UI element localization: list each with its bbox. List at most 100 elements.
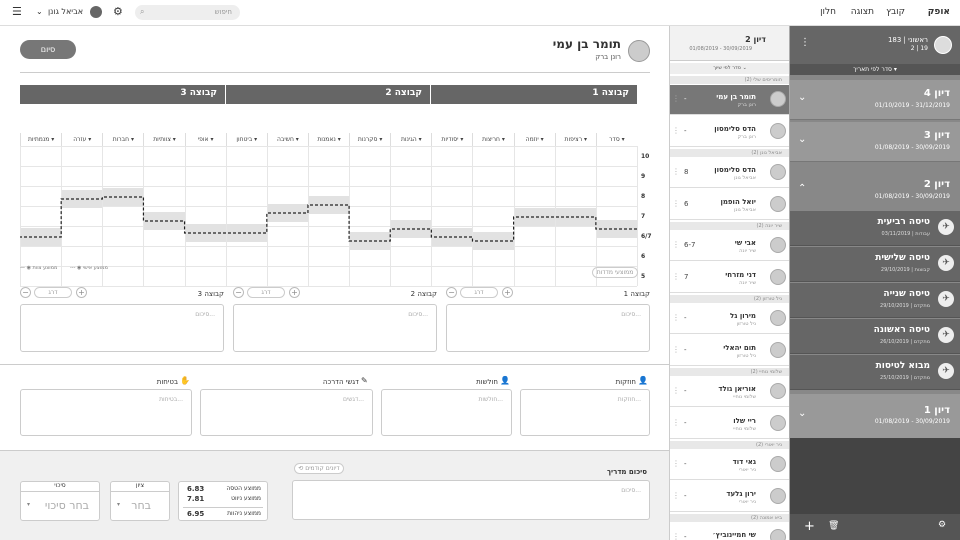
kebab-icon[interactable]: ⋮ — [672, 199, 680, 208]
trainee-row[interactable]: תום יהאלי ניל טורזון - ⋮ — [670, 336, 789, 366]
plus-icon[interactable]: + — [76, 287, 87, 298]
menu-view[interactable]: תצוגה — [851, 7, 874, 17]
search-input[interactable]: חיפוש ⌕ — [135, 5, 240, 20]
flight-item[interactable]: ✈ טיסה רביעית 03/11/2019 | עבודות — [790, 211, 960, 246]
discussion-3[interactable]: דיון 3 01/08/2019 - 30/09/2019 ⌄ — [790, 122, 960, 162]
group-category: ניל טורזון (2) — [670, 295, 789, 303]
kebab-icon[interactable]: ⋮ — [672, 126, 680, 135]
avatar — [770, 415, 786, 431]
kebab-icon[interactable]: ⋮ — [800, 37, 810, 48]
kebab-icon[interactable]: ⋮ — [672, 345, 680, 354]
plus-icon[interactable]: + — [502, 287, 513, 298]
trainee-row[interactable]: מירון גל ניל טורזון - ⋮ — [670, 304, 789, 334]
avatar — [770, 237, 786, 253]
kebab-icon[interactable]: ⋮ — [672, 386, 680, 395]
profile-header: ראשוני | 183 2 | 19 ⋮ — [790, 26, 960, 64]
flight-icon: ✈ — [938, 291, 954, 307]
avatar — [770, 456, 786, 472]
feedback-input[interactable]: בטיחות... — [20, 389, 192, 436]
discussion-1[interactable]: דיון 1 01/08/2019 - 30/09/2019 ⌄ — [790, 394, 960, 438]
trainee-row[interactable]: הדס סלימסון אביאל גונן 8 ⋮ — [670, 158, 789, 188]
gear-icon[interactable]: ⚙ — [113, 5, 123, 18]
score-label: 5 — [641, 273, 646, 280]
add-icon[interactable]: + — [804, 519, 815, 534]
discussion-4[interactable]: דיון 4 01/10/2019 - 31/12/2019 ⌄ — [790, 80, 960, 120]
kebab-icon[interactable]: ⋮ — [672, 313, 680, 322]
minus-icon[interactable]: − — [446, 287, 457, 298]
flight-icon: ✈ — [938, 255, 954, 271]
kebab-icon[interactable]: ⋮ — [672, 240, 680, 249]
group-category: חומריסים שלי (2) — [670, 76, 789, 84]
chevron-down-icon[interactable]: ⌄ — [798, 134, 806, 145]
user-name[interactable]: אביאל גונן — [48, 7, 83, 16]
gear-icon[interactable]: ⚙ — [938, 520, 946, 530]
kebab-icon[interactable]: ⋮ — [672, 532, 680, 540]
avatar — [770, 488, 786, 504]
flight-icon: ✈ — [938, 327, 954, 343]
trainee-list-panel: דיון 2 01/08/2019 - 30/09/2019 סדר לפי ש… — [670, 26, 790, 540]
feedback-input[interactable]: חולשות... — [381, 389, 512, 436]
trainee-row[interactable]: אבי שי שיר יונה 6-7 ⋮ — [670, 231, 789, 261]
minus-icon[interactable]: − — [20, 287, 31, 298]
flight-item[interactable]: ✈ טיסה שלישית 29/10/2019 | קבוצות — [790, 247, 960, 282]
right-sidebar: ראשוני | 183 2 | 19 ⋮ סדר לפי תאריך ▾ די… — [790, 26, 960, 540]
menu-file[interactable]: קובץ — [886, 7, 905, 17]
instructor-summary-input[interactable]: סיכום... — [292, 480, 650, 520]
kebab-icon[interactable]: ⋮ — [672, 418, 680, 427]
previous-discussions-button[interactable]: ⟲ דיונים קודמים — [294, 463, 344, 474]
group-summary-input[interactable]: סיכום... — [233, 304, 437, 352]
avatar — [770, 91, 786, 107]
avatar — [770, 310, 786, 326]
trainee-row[interactable]: אוריאן גולד שלומי נוחיי - ⋮ — [670, 377, 789, 407]
trash-icon[interactable]: 🗑 — [828, 521, 839, 531]
sort-by-date[interactable]: סדר לפי תאריך ▾ — [790, 64, 960, 75]
menu-window[interactable]: חלון — [820, 7, 836, 17]
kebab-icon[interactable]: ⋮ — [672, 94, 680, 103]
trainee-row[interactable]: שי חמיינוביץ׳ביא אמונה-⋮ — [670, 523, 789, 540]
kebab-icon[interactable]: ⋮ — [672, 491, 680, 500]
dropdown-arrow-icon: ▾ — [27, 501, 31, 508]
trainee-row[interactable]: ירון גלעד ניר יאורי - ⋮ — [670, 482, 789, 512]
minus-icon[interactable]: − — [233, 287, 244, 298]
plus-icon[interactable]: + — [289, 287, 300, 298]
pencil-icon: ✎ — [361, 376, 368, 385]
avatar — [770, 196, 786, 212]
trainee-row[interactable]: דני מזרחי שיר יונה 7 ⋮ — [670, 263, 789, 293]
feedback-input[interactable]: דגשים... — [200, 389, 373, 436]
rank-input[interactable]: דרג — [460, 287, 498, 298]
bottom-actions: + 🗑 ⚙ — [790, 514, 960, 540]
menu-ofek[interactable]: אופק — [928, 7, 950, 17]
feedback-input[interactable]: חוזקות... — [520, 389, 650, 436]
trainee-row[interactable]: גאי דוד ניר יאורי - ⋮ — [670, 450, 789, 480]
user-avatar-icon[interactable] — [90, 6, 102, 18]
kebab-icon[interactable]: ⋮ — [672, 167, 680, 176]
chevron-down-icon[interactable]: ⌄ — [798, 92, 806, 103]
avatar — [770, 383, 786, 399]
avatar — [770, 123, 786, 139]
chevron-up-icon[interactable]: ⌃ — [798, 183, 806, 194]
sort-by-assignment[interactable]: סדר לפי שיוך ⌄ — [670, 63, 789, 74]
flight-item[interactable]: ✈ מבוא לטיסות 25/10/2019 | מתקדם — [790, 355, 960, 390]
group-summary-input[interactable]: סיכום... — [20, 304, 224, 352]
feedback-title: בטיחות — [156, 378, 178, 386]
chevron-down-icon[interactable]: ⌄ — [36, 7, 43, 16]
flight-item[interactable]: ✈ טיסה ראשונה 26/10/2019 | מתקדם — [790, 319, 960, 354]
kebab-icon[interactable]: ⋮ — [672, 459, 680, 468]
risk-select[interactable]: סיכוי בחר סיכוי ▾ — [20, 481, 100, 521]
trainee-row[interactable]: ריי שלו שלומי נוחיי - ⋮ — [670, 409, 789, 439]
list-menu-icon[interactable]: ☰ — [12, 5, 22, 18]
grade-select[interactable]: ציון בחר ▾ — [110, 481, 170, 521]
rank-input[interactable]: דרג — [247, 287, 285, 298]
flight-item[interactable]: ✈ טיסה שנייה 29/10/2019 | מתקדם — [790, 283, 960, 318]
rank-input[interactable]: דרג — [34, 287, 72, 298]
feedback-title: חוזקות — [615, 378, 636, 386]
trainee-row[interactable]: הדס סלימסון רונן ברק - ⋮ — [670, 117, 789, 147]
chevron-down-icon[interactable]: ⌄ — [798, 408, 806, 419]
trainee-row[interactable]: יואל הופמן אביאל גונן 6 ⋮ — [670, 190, 789, 220]
averages-button[interactable]: ממוצעי מדדות — [592, 267, 638, 278]
group-summary-input[interactable]: סיכום... — [446, 304, 650, 352]
discussion-2[interactable]: דיון 2 01/08/2019 - 30/09/2019 ⌃ — [790, 169, 960, 209]
avatar — [770, 269, 786, 285]
trainee-row[interactable]: תומר בן עמי רונן ברק - ⋮ — [670, 85, 789, 115]
kebab-icon[interactable]: ⋮ — [672, 272, 680, 281]
